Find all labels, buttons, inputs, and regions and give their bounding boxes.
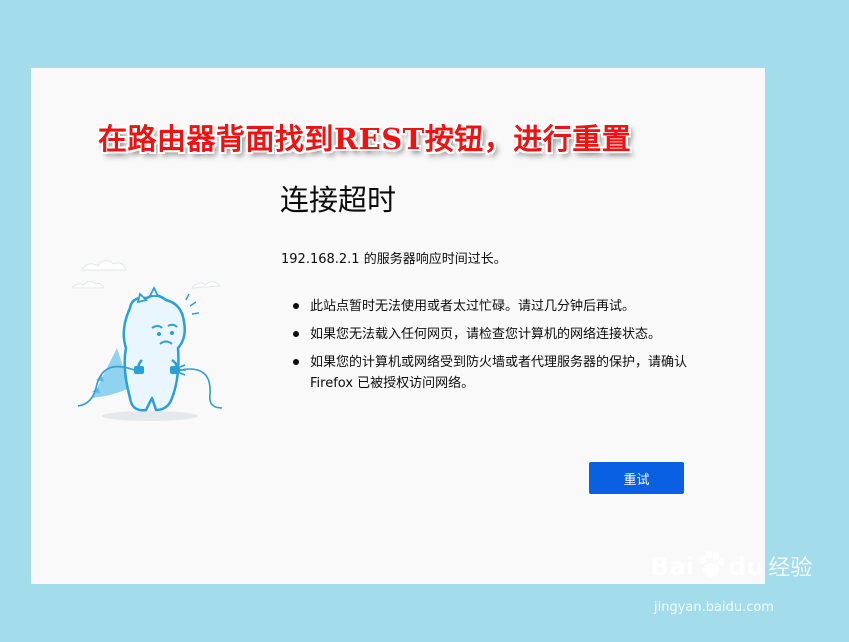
list-item: 如果您的计算机或网络受到防火墙或者代理服务器的保护，请确认 Firefox 已被… <box>293 352 693 394</box>
retry-button[interactable]: 重试 <box>589 462 684 494</box>
list-item: 如果您无法载入任何网页，请检查您计算机的网络连接状态。 <box>293 324 693 345</box>
page-title: 连接超时 <box>280 183 397 217</box>
reason-text: 此站点暂时无法使用或者太过忙碌。请过几分钟后再试。 <box>310 299 636 314</box>
bullet-icon <box>293 331 299 337</box>
bullet-icon <box>293 303 299 309</box>
list-item: 此站点暂时无法使用或者太过忙碌。请过几分钟后再试。 <box>293 296 693 317</box>
paw-icon <box>699 551 724 577</box>
reason-list: 此站点暂时无法使用或者太过忙碌。请过几分钟后再试。 如果您无法载入任何网页，请检… <box>293 296 693 401</box>
reason-text: 如果您无法载入任何网页，请检查您计算机的网络连接状态。 <box>310 327 662 342</box>
bullet-icon <box>293 359 299 365</box>
watermark-url: jingyan.baidu.com <box>654 600 774 615</box>
reason-text: 如果您的计算机或网络受到防火墙或者代理服务器的保护，请确认 Firefox 已被… <box>310 355 688 391</box>
unplugged-dinosaur-icon <box>72 260 223 421</box>
watermark-logo: Bai du 经验 <box>650 552 813 581</box>
error-description: 192.168.2.1 的服务器响应时间过长。 <box>281 252 507 267</box>
baidu-watermark: Bai du 经验 jingyan.baidu.com <box>648 548 812 628</box>
overlay-annotation: 在路由器背面找到REST按钮，进行重置 <box>98 122 632 156</box>
